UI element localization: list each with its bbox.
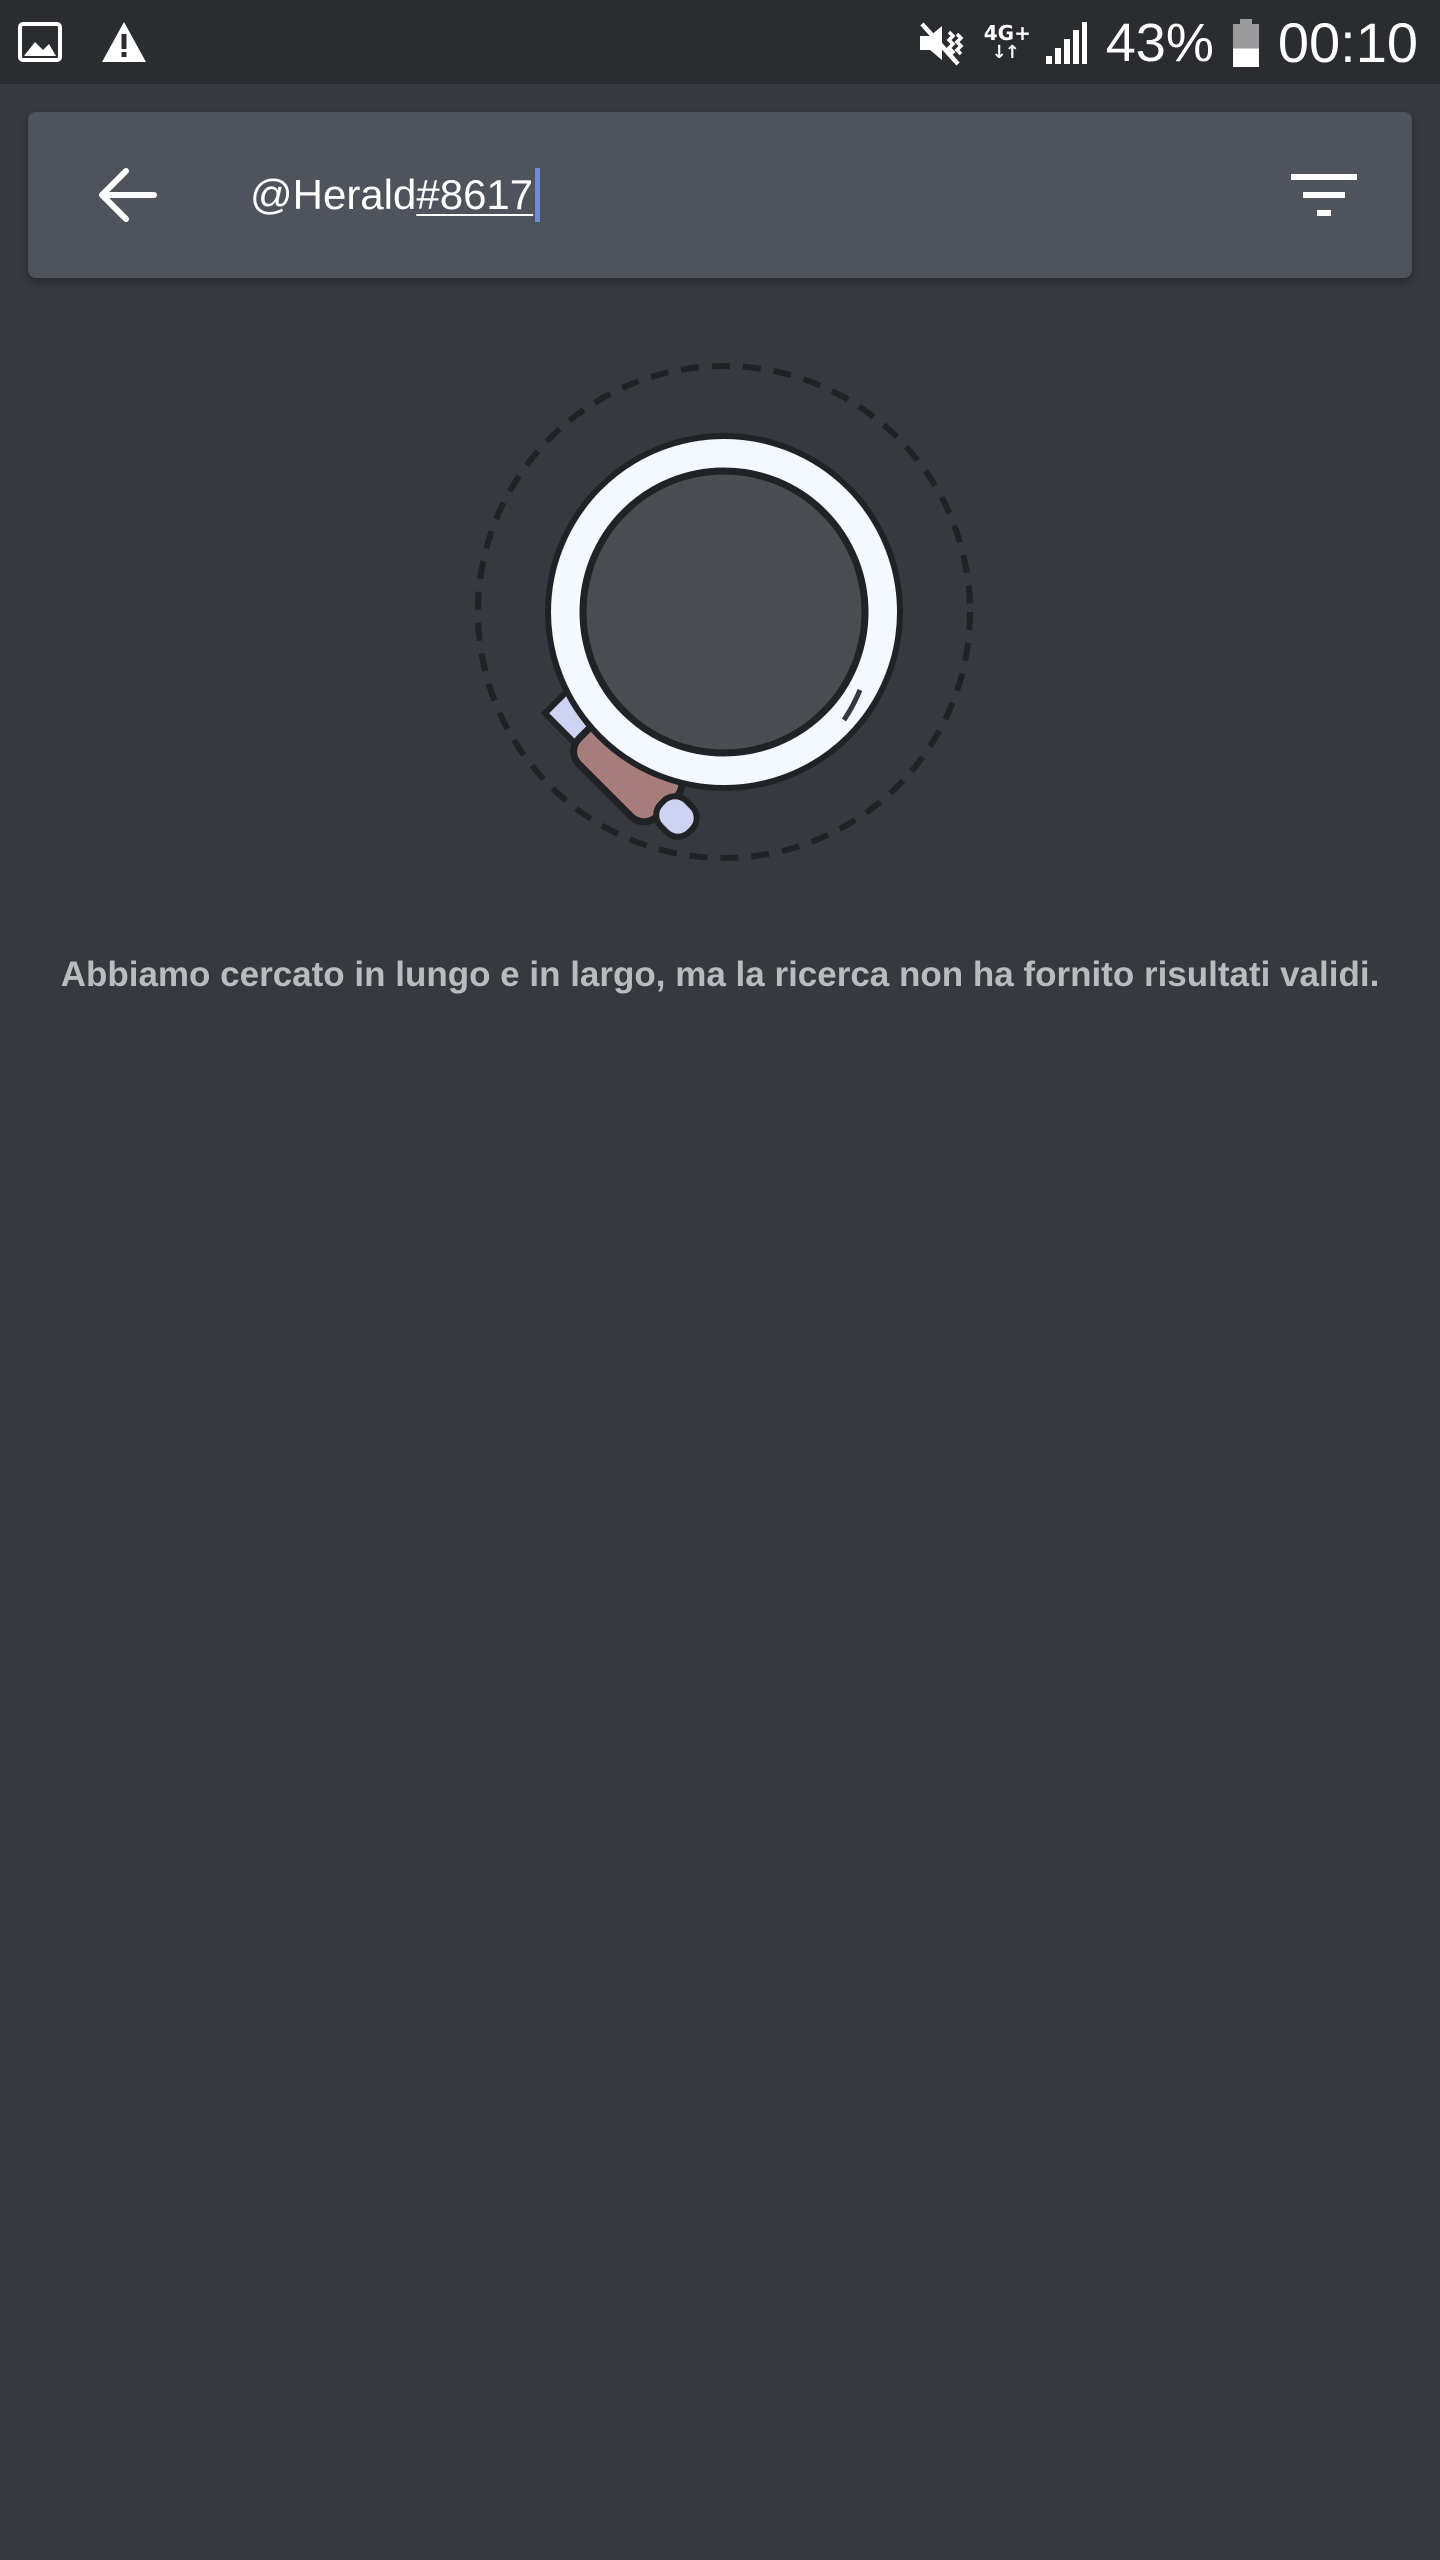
search-bar: @Herald #8617	[28, 112, 1412, 278]
warning-icon	[102, 22, 146, 62]
image-icon	[18, 22, 62, 62]
battery-icon	[1232, 19, 1259, 67]
network-type-icon: 4G+ ↓↑	[983, 21, 1031, 63]
search-query-tag: #8617	[416, 171, 534, 218]
status-bar-left	[18, 18, 148, 66]
vibrate-mute-icon	[919, 22, 964, 66]
status-bar: 4G+ ↓↑ 43% 00:10	[0, 0, 1440, 84]
data-arrows-icon: ↓↑	[991, 42, 1020, 63]
magnifying-glass-icon	[475, 363, 973, 861]
battery-percent: 43%	[1105, 13, 1214, 73]
network-type-label: 4G+	[983, 21, 1031, 45]
arrow-left-icon	[99, 168, 157, 222]
back-button[interactable]	[88, 155, 168, 235]
filter-button[interactable]	[1284, 155, 1364, 235]
filter-icon	[1291, 174, 1357, 216]
text-caret	[535, 168, 541, 222]
empty-state-message: Abbiamo cercato in lungo e in largo, ma …	[60, 955, 1380, 994]
signal-icon	[1045, 22, 1087, 64]
search-input[interactable]: @Herald #8617	[250, 162, 541, 228]
clock: 00:10	[1277, 11, 1418, 74]
status-bar-right: 4G+ ↓↑ 43% 00:10	[916, 10, 1418, 76]
search-query-prefix: @Herald	[250, 171, 417, 218]
